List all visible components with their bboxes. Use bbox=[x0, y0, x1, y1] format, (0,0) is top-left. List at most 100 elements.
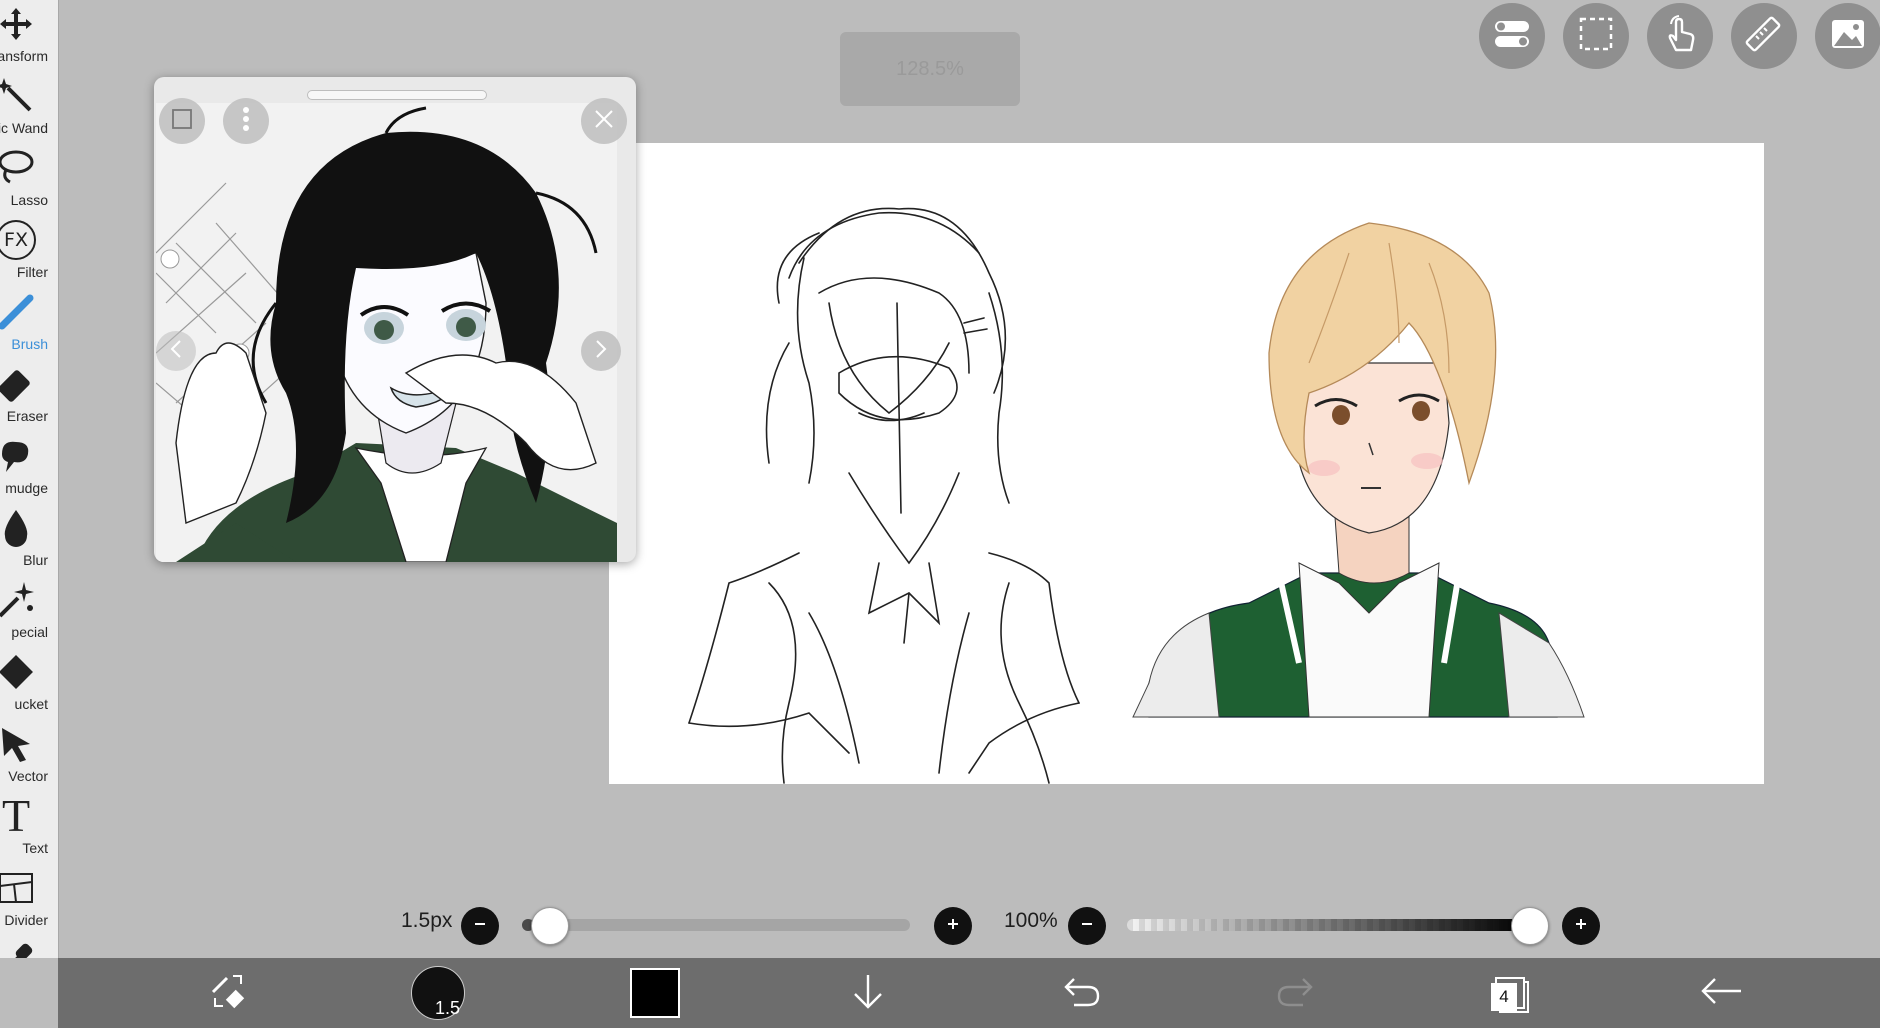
tool-magic-wand[interactable]: gic Wand bbox=[0, 72, 58, 144]
tool-label: ucket bbox=[14, 696, 48, 712]
layers-button[interactable]: 4 bbox=[1478, 958, 1538, 1028]
bucket-icon bbox=[0, 650, 38, 694]
minus-icon bbox=[1079, 916, 1095, 937]
sketch-drawing bbox=[688, 207, 1080, 784]
tool-brush[interactable]: Brush bbox=[0, 288, 58, 360]
redo-button[interactable] bbox=[1265, 958, 1325, 1028]
ruler-button[interactable] bbox=[1731, 3, 1797, 69]
zoom-indicator: 128.5% bbox=[840, 32, 1020, 106]
tool-smudge[interactable]: mudge bbox=[0, 432, 58, 504]
plus-icon bbox=[945, 916, 961, 937]
tool-blur[interactable]: Blur bbox=[0, 504, 58, 576]
brush-size-increase-button[interactable] bbox=[934, 907, 972, 945]
eraser-icon bbox=[0, 362, 38, 406]
tool-label: Text bbox=[22, 840, 48, 856]
selection-button[interactable] bbox=[1563, 3, 1629, 69]
close-icon bbox=[593, 108, 615, 135]
tool-label: Vector bbox=[8, 768, 48, 784]
text-icon: T bbox=[1, 790, 31, 841]
layers-icon: 4 bbox=[1487, 971, 1529, 1015]
tool-special[interactable]: pecial bbox=[0, 576, 58, 648]
tool-label: me Divider bbox=[0, 912, 48, 928]
brush-size-slider-knob[interactable] bbox=[530, 907, 569, 945]
vector-arrow-icon bbox=[0, 722, 38, 766]
frame-divider-icon bbox=[0, 866, 38, 910]
tool-filter[interactable]: FX Filter bbox=[0, 216, 58, 288]
opacity-slider[interactable] bbox=[1127, 919, 1527, 931]
tool-eraser[interactable]: Eraser bbox=[0, 360, 58, 432]
minus-icon bbox=[472, 916, 488, 937]
toggle-settings-icon bbox=[1492, 14, 1532, 59]
brush-preview-circle: 1.5 bbox=[411, 966, 465, 1020]
opacity-value: 100% bbox=[1004, 909, 1058, 932]
more-vertical-icon bbox=[241, 106, 251, 137]
reference-menu-button[interactable] bbox=[223, 98, 269, 144]
chevron-right-icon bbox=[593, 339, 609, 364]
tool-vector[interactable]: Vector bbox=[0, 720, 58, 792]
pen-swap-icon bbox=[207, 970, 249, 1017]
reference-image-icon bbox=[1828, 14, 1868, 59]
arrow-down-icon bbox=[850, 971, 886, 1016]
magic-wand-icon bbox=[0, 74, 38, 118]
eyedropper-icon bbox=[0, 938, 38, 958]
reference-window[interactable] bbox=[154, 77, 636, 562]
reference-window-drag-handle[interactable] bbox=[307, 90, 487, 100]
selection-icon bbox=[1578, 16, 1614, 57]
opacity-slider-knob[interactable] bbox=[1511, 907, 1549, 945]
back-button[interactable] bbox=[1691, 958, 1751, 1028]
tool-label: Eraser bbox=[6, 408, 48, 424]
tool-label: Filter bbox=[16, 264, 48, 280]
tool-text[interactable]: T Text bbox=[0, 792, 58, 864]
brush-size-decrease-button[interactable] bbox=[461, 907, 499, 945]
bottom-toolbar: 1.5 4 bbox=[58, 958, 1880, 1028]
smudge-icon bbox=[0, 434, 38, 478]
tool-frame-divider[interactable]: me Divider bbox=[0, 864, 58, 936]
fx-icon: FX bbox=[0, 218, 38, 262]
reference-close-button[interactable] bbox=[581, 98, 627, 144]
tool-label: Brush bbox=[11, 336, 48, 352]
blur-drop-icon bbox=[0, 506, 38, 550]
drawing-canvas[interactable] bbox=[609, 143, 1764, 784]
tool-bucket[interactable]: ucket bbox=[0, 648, 58, 720]
tool-transform[interactable]: ansform bbox=[0, 0, 58, 72]
opacity-increase-button[interactable] bbox=[1562, 907, 1600, 945]
special-sparkle-icon bbox=[0, 578, 38, 622]
toggle-settings-button[interactable] bbox=[1479, 3, 1545, 69]
opacity-decrease-button[interactable] bbox=[1068, 907, 1106, 945]
tool-label: gic Wand bbox=[0, 120, 48, 136]
lasso-icon bbox=[0, 146, 38, 190]
move-arrows-icon bbox=[0, 2, 38, 46]
ruler-icon bbox=[1744, 14, 1784, 59]
save-download-button[interactable] bbox=[838, 958, 898, 1028]
brush-preview-value: 1.5 bbox=[434, 998, 460, 1018]
tool-label: Lasso bbox=[10, 192, 48, 208]
touch-hand-icon bbox=[1660, 14, 1700, 59]
color-picker-button[interactable] bbox=[625, 958, 685, 1028]
layer-count: 4 bbox=[1491, 983, 1517, 1011]
tool-eyedropper[interactable]: dropper bbox=[0, 936, 58, 958]
tool-label: pecial bbox=[11, 624, 48, 640]
reference-image-button[interactable] bbox=[1815, 3, 1880, 69]
arrow-left-icon bbox=[1699, 976, 1743, 1011]
colored-drawing bbox=[1132, 222, 1585, 718]
chevron-left-icon bbox=[168, 339, 184, 364]
tool-label: Blur bbox=[23, 552, 48, 568]
brush-preview-button[interactable]: 1.5 bbox=[408, 958, 468, 1028]
tool-sidebar: ansform gic Wand Lasso FX Filter Brush E… bbox=[0, 0, 59, 958]
brush-size-value: 1.5px bbox=[401, 909, 453, 932]
reference-fit-button[interactable] bbox=[159, 98, 205, 144]
touch-button[interactable] bbox=[1647, 3, 1713, 69]
redo-icon bbox=[1275, 973, 1315, 1014]
brush-icon bbox=[0, 290, 38, 334]
tool-lasso[interactable]: Lasso bbox=[0, 144, 58, 216]
current-color-swatch bbox=[630, 968, 680, 1018]
undo-icon bbox=[1062, 973, 1102, 1014]
brush-size-slider[interactable] bbox=[522, 919, 910, 931]
brush-eraser-switch-button[interactable] bbox=[198, 958, 258, 1028]
undo-button[interactable] bbox=[1052, 958, 1112, 1028]
reference-prev-button[interactable] bbox=[156, 331, 196, 371]
tool-label: mudge bbox=[5, 480, 48, 496]
reference-next-button[interactable] bbox=[581, 331, 621, 371]
plus-icon bbox=[1573, 916, 1589, 937]
square-frame-icon bbox=[171, 108, 193, 135]
